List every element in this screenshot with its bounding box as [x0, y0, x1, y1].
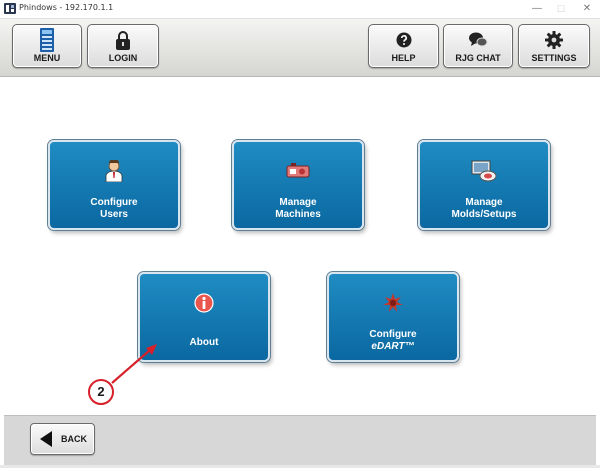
- manage-machines-tile[interactable]: Manage Machines: [232, 140, 364, 230]
- users-icon: [50, 160, 178, 182]
- help-button[interactable]: HELP: [368, 24, 439, 68]
- edart-icon: [329, 292, 457, 314]
- configure-edart-label-line2: eDART™: [371, 341, 415, 352]
- minimize-button[interactable]: —: [524, 0, 550, 18]
- configure-users-tile[interactable]: Configure Users: [48, 140, 180, 230]
- menu-icon: [13, 28, 81, 52]
- login-button[interactable]: LOGIN: [87, 24, 159, 68]
- configure-users-label-line1: Configure: [90, 197, 138, 208]
- settings-button-label: SETTINGS: [531, 53, 577, 63]
- configure-users-label-line2: Users: [100, 209, 128, 220]
- manage-molds-label-line2: Molds/Setups: [451, 209, 517, 220]
- configure-edart-label-line1: Configure: [369, 329, 417, 340]
- app-logo-icon: [4, 3, 16, 14]
- machine-icon: [234, 160, 362, 182]
- gear-icon: [519, 29, 589, 51]
- lock-icon: [88, 29, 158, 51]
- maximize-button[interactable]: ☐: [548, 0, 574, 18]
- menu-button[interactable]: MENU: [12, 24, 82, 68]
- about-label: About: [189, 337, 219, 348]
- step-number-badge: 2: [88, 379, 114, 405]
- settings-button[interactable]: SETTINGS: [518, 24, 590, 68]
- rjg-chat-button-label: RJG CHAT: [455, 53, 501, 63]
- chat-icon: [444, 29, 512, 51]
- manage-machines-label-line1: Manage: [279, 197, 317, 208]
- menu-button-label: MENU: [33, 53, 61, 63]
- about-tile[interactable]: About: [138, 272, 270, 362]
- rjg-chat-button[interactable]: RJG CHAT: [443, 24, 513, 68]
- manage-machines-label-line2: Machines: [275, 209, 321, 220]
- manage-molds-setups-tile[interactable]: Manage Molds/Setups: [418, 140, 550, 230]
- info-icon: [140, 292, 268, 314]
- help-button-label: HELP: [391, 53, 416, 63]
- mold-icon: [420, 160, 548, 182]
- top-toolbar: MENU LOGIN HELP RJG CHAT SETTINGS: [0, 19, 600, 77]
- configure-edart-tile[interactable]: Configure eDART™: [327, 272, 459, 362]
- back-button[interactable]: BACK: [30, 423, 95, 455]
- back-button-label: BACK: [61, 434, 87, 444]
- window-titlebar: Phindows - 192.170.1.1 — ☐ ✕: [0, 0, 600, 19]
- window-title: Phindows - 192.170.1.1: [19, 3, 114, 12]
- login-button-label: LOGIN: [108, 53, 138, 63]
- back-arrow-icon: [40, 431, 52, 447]
- close-button[interactable]: ✕: [574, 0, 600, 18]
- manage-molds-label-line1: Manage: [465, 197, 503, 208]
- help-icon: [369, 29, 438, 51]
